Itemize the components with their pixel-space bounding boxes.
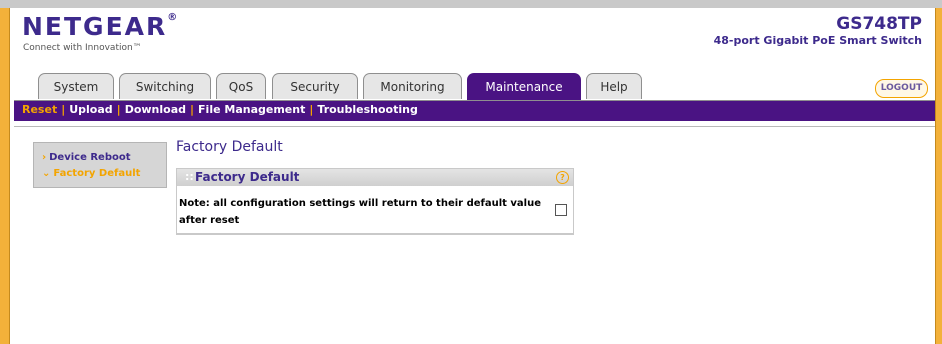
panel-divider (177, 233, 573, 234)
panel-header: :: Factory Default ? (177, 169, 573, 186)
subnav-separator: | (116, 103, 121, 116)
subnav-file-management[interactable]: File Management (198, 103, 305, 116)
chevron-right-icon: › (42, 152, 47, 163)
sidebar: › Device Reboot ⌄ Factory Default (33, 142, 167, 188)
tab-switching[interactable]: Switching (119, 73, 211, 99)
device-description: 48-port Gigabit PoE Smart Switch (713, 34, 922, 47)
tab-help[interactable]: Help (586, 73, 642, 99)
tab-security[interactable]: Security (272, 73, 358, 99)
sidebar-item-label: Device Reboot (49, 152, 131, 163)
factory-default-checkbox[interactable] (555, 204, 567, 216)
subnav-reset[interactable]: Reset (22, 103, 57, 116)
subnav-underline (14, 126, 935, 127)
tab-monitoring[interactable]: Monitoring (363, 73, 462, 99)
tab-qos[interactable]: QoS (216, 73, 266, 99)
panel-grip-icon: :: (185, 170, 194, 183)
factory-default-panel: :: Factory Default ? Note: all configura… (176, 168, 574, 235)
right-frame-border (935, 8, 942, 344)
sub-navigation: Reset | Upload | Download | File Management | Tr… (22, 103, 418, 116)
logout-button[interactable]: LOGOUT (875, 79, 928, 98)
tab-maintenance[interactable]: Maintenance (467, 73, 581, 101)
sidebar-item-label: Factory Default (53, 168, 141, 179)
logo-text: NETGEAR (22, 12, 168, 41)
left-frame-border (0, 8, 10, 344)
subnav-troubleshooting[interactable]: Troubleshooting (317, 103, 417, 116)
reset-note: Note: all configuration settings will re… (179, 198, 542, 226)
netgear-logo: NETGEAR® (22, 12, 177, 41)
sidebar-item-factory-default[interactable]: ⌄ Factory Default (42, 168, 140, 179)
help-icon[interactable]: ? (556, 171, 569, 184)
panel-title: Factory Default (195, 170, 300, 184)
subnav-separator: | (309, 103, 314, 116)
subnav-upload[interactable]: Upload (69, 103, 112, 116)
device-model: GS748TP (836, 14, 922, 34)
top-border (0, 0, 942, 8)
tab-system[interactable]: System (38, 73, 114, 99)
page-title: Factory Default (176, 139, 283, 155)
chevron-down-icon: ⌄ (42, 168, 51, 179)
subnav-download[interactable]: Download (125, 103, 186, 116)
logo-tagline: Connect with Innovation™ (23, 43, 142, 53)
left-frame-gap (10, 8, 13, 344)
logo-registered-mark: ® (167, 12, 178, 23)
sidebar-item-device-reboot[interactable]: › Device Reboot (42, 152, 131, 163)
subnav-separator: | (61, 103, 66, 116)
subnav-separator: | (190, 103, 195, 116)
